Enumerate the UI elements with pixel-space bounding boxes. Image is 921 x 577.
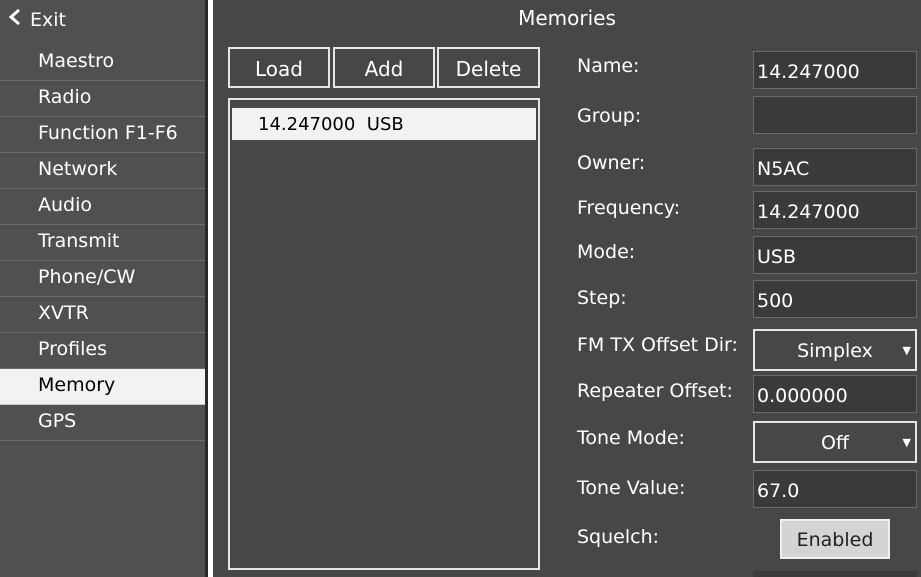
repeater-offset-field[interactable]: 0.000000 bbox=[753, 375, 917, 413]
mode-label: Mode: bbox=[577, 241, 636, 263]
step-field[interactable]: 500 bbox=[753, 280, 917, 318]
sidebar: Exit Maestro Radio Function F1-F6 Networ… bbox=[0, 0, 208, 577]
step-label: Step: bbox=[577, 287, 627, 309]
group-field[interactable] bbox=[753, 96, 917, 134]
sidebar-item-xvtr[interactable]: XVTR bbox=[0, 297, 205, 333]
mode-field[interactable]: USB bbox=[753, 236, 917, 274]
frequency-field[interactable]: 14.247000 bbox=[753, 191, 917, 229]
fm-tx-offset-dir-select[interactable]: Simplex ▼ bbox=[753, 329, 917, 371]
sidebar-item-network[interactable]: Network bbox=[0, 153, 205, 189]
page-title: Memories bbox=[518, 6, 616, 30]
owner-field[interactable]: N5AC bbox=[753, 148, 917, 186]
tone-mode-select[interactable]: Off ▼ bbox=[753, 421, 917, 463]
fm-tx-offset-dir-label: FM TX Offset Dir: bbox=[577, 334, 738, 356]
owner-label: Owner: bbox=[577, 152, 646, 174]
sidebar-item-radio[interactable]: Radio bbox=[0, 81, 205, 117]
sidebar-item-function[interactable]: Function F1-F6 bbox=[0, 117, 205, 153]
tone-value-label: Tone Value: bbox=[577, 477, 686, 499]
load-button[interactable]: Load bbox=[228, 47, 330, 88]
sidebar-item-transmit[interactable]: Transmit bbox=[0, 225, 205, 261]
squelch-enabled-button[interactable]: Enabled bbox=[780, 519, 890, 559]
tone-mode-value: Off bbox=[820, 432, 850, 454]
memories-panel: Memories Load Add Delete 14.247000 USB N… bbox=[213, 0, 921, 577]
chevron-down-icon: ▼ bbox=[902, 344, 911, 357]
exit-label: Exit bbox=[30, 9, 66, 31]
squelch-label: Squelch: bbox=[577, 526, 660, 548]
chevron-left-icon bbox=[8, 0, 30, 40]
sidebar-item-gps[interactable]: GPS bbox=[0, 405, 205, 441]
sidebar-nav: Maestro Radio Function F1-F6 Network Aud… bbox=[0, 45, 205, 441]
exit-button[interactable]: Exit bbox=[0, 0, 205, 40]
sidebar-item-maestro[interactable]: Maestro bbox=[0, 45, 205, 81]
partial-field bbox=[753, 571, 917, 577]
frequency-label: Frequency: bbox=[577, 197, 681, 219]
add-button[interactable]: Add bbox=[333, 47, 435, 88]
tone-mode-label: Tone Mode: bbox=[577, 427, 685, 449]
memory-list[interactable]: 14.247000 USB bbox=[228, 98, 540, 570]
sidebar-item-profiles[interactable]: Profiles bbox=[0, 333, 205, 369]
list-item[interactable]: 14.247000 USB bbox=[232, 108, 536, 140]
name-label: Name: bbox=[577, 55, 640, 77]
sidebar-item-memory[interactable]: Memory bbox=[0, 369, 205, 405]
name-field[interactable]: 14.247000 bbox=[753, 51, 917, 89]
group-label: Group: bbox=[577, 105, 642, 127]
sidebar-item-phone-cw[interactable]: Phone/CW bbox=[0, 261, 205, 297]
chevron-down-icon: ▼ bbox=[902, 436, 911, 449]
tone-value-field[interactable]: 67.0 bbox=[753, 470, 917, 508]
fm-tx-offset-dir-value: Simplex bbox=[797, 340, 873, 362]
delete-button[interactable]: Delete bbox=[437, 47, 540, 88]
repeater-offset-label: Repeater Offset: bbox=[577, 380, 733, 402]
sidebar-item-audio[interactable]: Audio bbox=[0, 189, 205, 225]
